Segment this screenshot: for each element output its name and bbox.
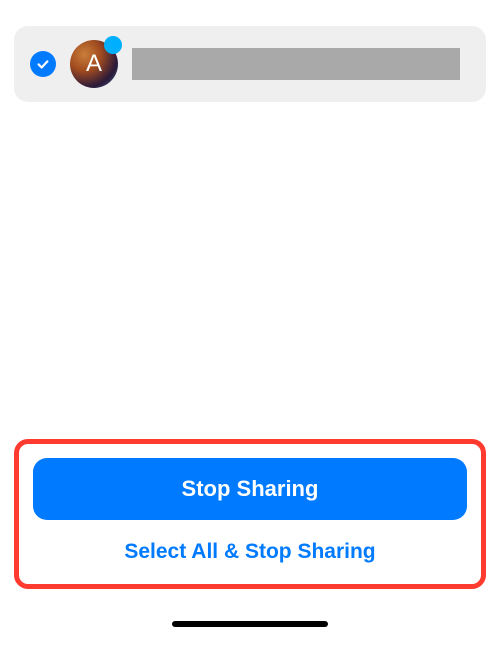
contact-row[interactable]: A (14, 26, 486, 102)
avatar: A (70, 40, 118, 88)
avatar-letter: A (86, 50, 102, 78)
contact-name-redacted (132, 48, 460, 80)
home-indicator (172, 621, 328, 627)
bottom-actions-highlight: Stop Sharing Select All & Stop Sharing (14, 439, 486, 589)
avatar-status-badge-icon (104, 36, 122, 54)
selected-checkmark-icon[interactable] (30, 51, 56, 77)
select-all-stop-sharing-button[interactable]: Select All & Stop Sharing (33, 520, 467, 574)
stop-sharing-button[interactable]: Stop Sharing (33, 458, 467, 520)
